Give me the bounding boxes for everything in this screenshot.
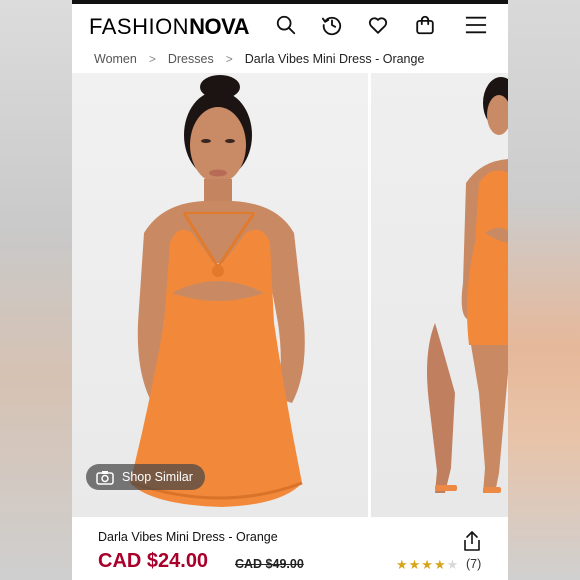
breadcrumb-current: Darla Vibes Mini Dress - Orange xyxy=(244,52,425,66)
site-header: FASHIONNOVA xyxy=(72,4,508,48)
search-button[interactable] xyxy=(273,14,299,40)
history-button[interactable] xyxy=(319,14,345,40)
search-icon xyxy=(275,14,297,41)
product-title: Darla Vibes Mini Dress - Orange xyxy=(98,530,278,544)
breadcrumb-dresses[interactable]: Dresses xyxy=(168,52,214,66)
logo-text-bold: NOVA xyxy=(189,14,250,39)
review-count[interactable]: (7) xyxy=(466,557,481,571)
history-icon xyxy=(321,14,343,41)
product-image-front[interactable]: Shop Similar xyxy=(72,73,368,517)
bag-icon xyxy=(414,14,436,41)
breadcrumb-separator: > xyxy=(148,52,156,66)
wishlist-button[interactable] xyxy=(365,14,391,40)
star-icon-filled: ★★★★ xyxy=(396,557,447,572)
sale-price: CAD $24.00 xyxy=(98,550,209,572)
breadcrumb: Women > Dresses > Darla Vibes Mini Dress… xyxy=(94,50,424,68)
shop-similar-button[interactable]: Shop Similar xyxy=(86,464,205,490)
model-front-illustration xyxy=(130,75,305,507)
heart-icon xyxy=(367,14,389,41)
cart-button[interactable] xyxy=(412,14,438,40)
app-screen: FASHIONNOVA Women > Dresses > Darla Vibe… xyxy=(72,0,508,580)
product-image-gallery[interactable]: Shop Similar xyxy=(72,73,508,517)
letterbox-right xyxy=(508,0,580,580)
fashion-nova-logo[interactable]: FASHIONNOVA xyxy=(89,14,250,40)
menu-icon xyxy=(465,14,487,41)
camera-icon xyxy=(96,470,114,485)
share-button[interactable] xyxy=(462,530,482,552)
star-icon-empty: ★ xyxy=(446,557,460,572)
share-icon xyxy=(462,531,482,556)
product-image-side[interactable] xyxy=(371,73,508,517)
model-side-illustration xyxy=(427,77,508,493)
rating-stars[interactable]: ★★★★★ xyxy=(396,557,459,573)
letterbox-left xyxy=(0,0,72,580)
shop-similar-label: Shop Similar xyxy=(122,470,193,484)
original-price: CAD $49.00 xyxy=(235,557,304,571)
menu-button[interactable] xyxy=(463,14,489,40)
breadcrumb-separator: > xyxy=(225,52,233,66)
logo-text-thin: FASHION xyxy=(89,14,190,39)
product-info: Darla Vibes Mini Dress - Orange CAD $24.… xyxy=(72,517,508,580)
breadcrumb-women[interactable]: Women xyxy=(94,52,137,66)
